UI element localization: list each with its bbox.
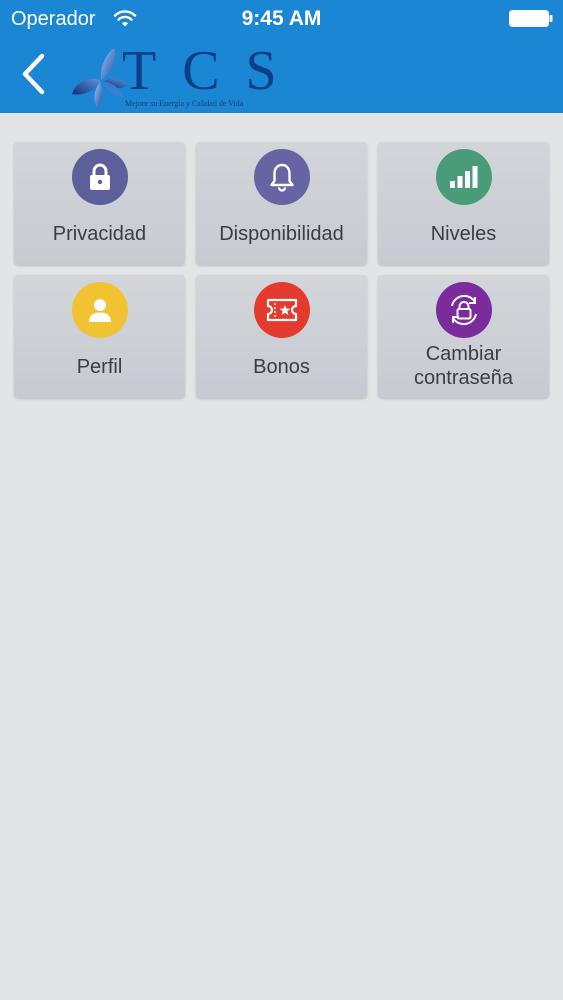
lock-icon [71, 149, 128, 205]
perfil-tile[interactable]: Perfil [14, 275, 185, 398]
tile-label: Bonos [253, 356, 310, 378]
battery-icon [509, 10, 553, 27]
menu-grid: Privacidad Disponibilidad Niveles Perfil… [14, 142, 549, 398]
nav-bar: TCS Mejore su Energía y Calidad de Vida [0, 38, 563, 113]
user-icon [71, 282, 128, 338]
bonos-tile[interactable]: Bonos [196, 275, 367, 398]
tcs-logo: TCS Mejore su Energía y Calidad de Vida [70, 42, 280, 110]
status-time: 9:45 AM [241, 7, 322, 30]
bell-icon [253, 149, 310, 205]
logo-letters: TCS [122, 40, 303, 102]
ticket-icon [253, 282, 310, 338]
chevron-left-icon [22, 53, 45, 95]
tile-label: Perfil [76, 356, 123, 378]
tile-label: Cambiar contraseña [414, 343, 513, 389]
header: Operador 9:45 AM TCS Mejore su Energía y… [0, 0, 563, 113]
signal-bars-icon [435, 149, 492, 205]
disponibilidad-tile[interactable]: Disponibilidad [196, 142, 367, 265]
privacidad-tile[interactable]: Privacidad [14, 142, 185, 265]
niveles-tile[interactable]: Niveles [378, 142, 549, 265]
logo-tagline: Mejore su Energía y Calidad de Vida [125, 99, 244, 108]
status-bar: Operador 9:45 AM [0, 0, 563, 38]
tile-label: Niveles [430, 223, 497, 245]
tile-label: Disponibilidad [219, 223, 344, 245]
tile-label: Privacidad [52, 223, 147, 245]
cambiar-contrasena-tile[interactable]: Cambiar contraseña [378, 275, 549, 398]
back-button[interactable] [14, 50, 54, 98]
lock-refresh-icon [435, 282, 492, 338]
